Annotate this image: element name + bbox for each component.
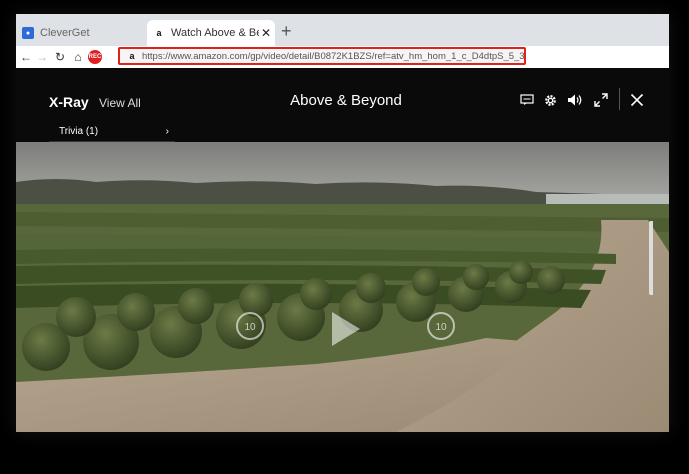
volume-icon[interactable] — [565, 90, 585, 110]
trivia-label: Trivia (1) — [59, 126, 99, 137]
forward-label: 10 — [435, 322, 447, 333]
greenhouse — [546, 194, 669, 204]
close-icon[interactable] — [627, 90, 647, 110]
view-all-link[interactable]: View All — [99, 96, 141, 110]
tab-label: CleverGet — [40, 27, 90, 39]
rec-button[interactable]: REC — [88, 50, 102, 64]
fullscreen-icon[interactable] — [591, 90, 611, 110]
reload-icon[interactable]: ↻ — [52, 48, 68, 66]
new-tab-button[interactable]: + — [281, 20, 292, 42]
browser-window: ● CleverGet a Watch Above & Beyond ✕ + ←… — [16, 14, 669, 432]
subtitles-icon[interactable] — [517, 90, 537, 110]
chevron-right-icon: › — [165, 126, 169, 137]
rewind-label: 10 — [244, 322, 256, 333]
url-text: https://www.amazon.com/gp/video/detail/B… — [141, 50, 524, 62]
amazon-icon: a — [156, 28, 162, 38]
video-title: Above & Beyond — [290, 92, 402, 109]
address-bar[interactable]: a https://www.amazon.com/gp/video/detail… — [118, 47, 526, 65]
tab-cleverget[interactable]: ● CleverGet — [22, 20, 147, 46]
gear-icon[interactable] — [540, 90, 560, 110]
trivia-item[interactable]: Trivia (1) › — [49, 122, 175, 144]
tab-label: Watch Above & Beyond — [171, 27, 259, 39]
xray-label: X-Ray — [49, 94, 89, 110]
player-header: X-Ray View All Trivia (1) › Above & Beyo… — [16, 68, 669, 144]
back-icon[interactable]: ← — [18, 48, 34, 66]
tab-amazon[interactable]: a Watch Above & Beyond ✕ — [147, 20, 275, 46]
tab-bar: ● CleverGet a Watch Above & Beyond ✕ + — [16, 14, 669, 46]
home-icon[interactable]: ⌂ — [70, 48, 86, 66]
browser-toolbar: ← → ↻ ⌂ REC a https://www.amazon.com/gp/… — [16, 46, 669, 69]
amazon-icon: a — [129, 51, 135, 61]
video-player: X-Ray View All Trivia (1) › Above & Beyo… — [16, 68, 669, 432]
video-scene: 10 10 — [16, 142, 669, 432]
cleverget-icon: ● — [22, 27, 34, 39]
close-icon[interactable]: ✕ — [261, 26, 271, 40]
forward-icon[interactable]: → — [34, 48, 50, 66]
side-panel-handle[interactable] — [649, 221, 653, 295]
controls-divider — [619, 88, 620, 110]
video-frame[interactable]: 10 10 — [16, 142, 669, 432]
